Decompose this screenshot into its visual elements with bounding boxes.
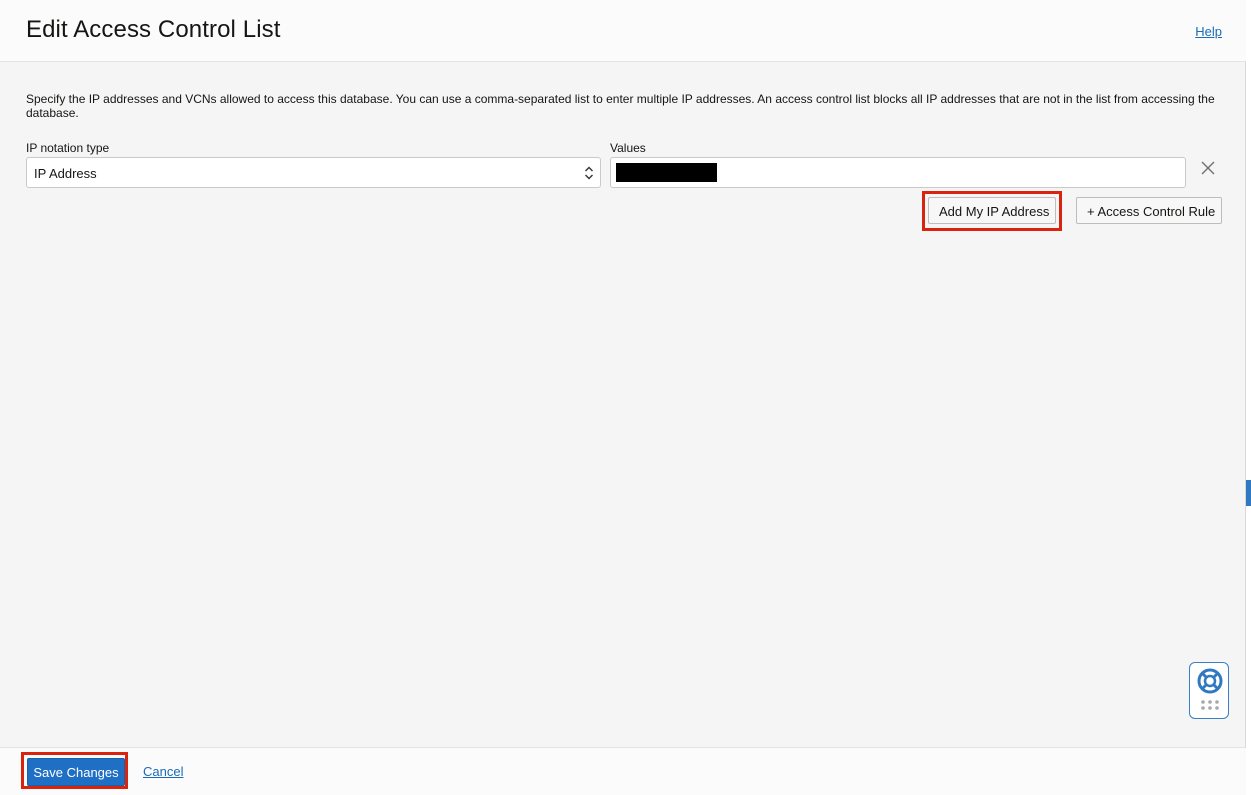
redacted-value	[616, 163, 717, 182]
add-access-control-rule-button[interactable]: + Access Control Rule	[1076, 197, 1222, 224]
save-changes-button[interactable]: Save Changes	[27, 758, 125, 786]
add-my-ip-button[interactable]: Add My IP Address	[928, 197, 1056, 224]
cancel-link[interactable]: Cancel	[143, 764, 183, 779]
lifebuoy-icon	[1197, 668, 1223, 694]
description-text: Specify the IP addresses and VCNs allowe…	[26, 92, 1215, 120]
grid-dots-icon	[1201, 700, 1219, 710]
ip-notation-select[interactable]: IP Address	[26, 157, 601, 188]
chevron-up-down-icon	[585, 166, 593, 180]
dialog-footer	[0, 747, 1246, 795]
page-edge-strip	[1246, 0, 1251, 795]
scroll-indicator[interactable]	[1246, 480, 1251, 506]
ip-notation-selected-value: IP Address	[34, 166, 97, 181]
edit-acl-panel: Edit Access Control List Help Specify th…	[0, 0, 1246, 795]
values-input[interactable]	[610, 157, 1186, 188]
dialog-header: Edit Access Control List Help	[0, 0, 1246, 62]
help-link[interactable]: Help	[1195, 24, 1222, 39]
close-icon[interactable]	[1198, 158, 1218, 178]
ip-notation-label: IP notation type	[26, 141, 110, 155]
values-label: Values	[610, 141, 646, 155]
page-title: Edit Access Control List	[26, 16, 281, 43]
help-widget[interactable]	[1189, 662, 1229, 719]
